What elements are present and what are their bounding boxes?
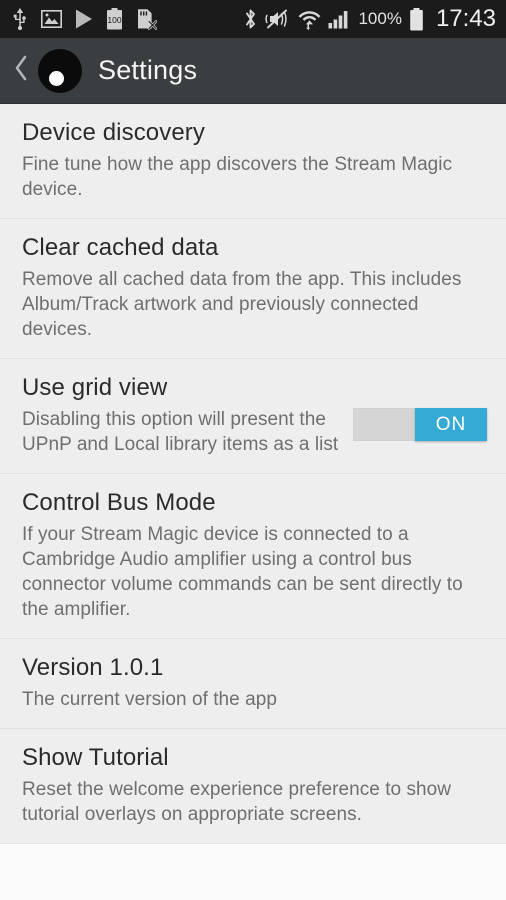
use-grid-view-toggle[interactable]: ON bbox=[353, 408, 487, 441]
chevron-left-icon bbox=[14, 55, 29, 86]
usb-icon bbox=[12, 8, 28, 30]
setting-item-summary: Remove all cached data from the app. Thi… bbox=[22, 269, 462, 340]
setting-item-use-grid-view[interactable]: Use grid view Disabling this option will… bbox=[0, 359, 506, 474]
setting-item-show-tutorial[interactable]: Show Tutorial Reset the welcome experien… bbox=[0, 729, 506, 844]
status-bar: 100 100% 17:43 bbox=[0, 0, 506, 38]
bluetooth-icon bbox=[243, 8, 258, 30]
play-icon bbox=[75, 9, 93, 29]
toggle-state-label: ON bbox=[435, 413, 467, 435]
battery-full-icon bbox=[409, 7, 424, 31]
status-bar-right-icons: 100% 17:43 bbox=[243, 5, 496, 33]
page-title: Settings bbox=[98, 55, 198, 85]
setting-item-clear-cached-data[interactable]: Clear cached data Remove all cached data… bbox=[0, 219, 506, 359]
settings-list: Device discovery Fine tune how the app d… bbox=[0, 104, 506, 900]
stream-magic-logo-icon bbox=[38, 48, 82, 93]
setting-item-title: Device discovery bbox=[22, 119, 205, 146]
status-clock: 17:43 bbox=[435, 5, 496, 32]
setting-item-title: Control Bus Mode bbox=[22, 489, 216, 516]
svg-text:100: 100 bbox=[107, 15, 121, 25]
setting-item-title: Show Tutorial bbox=[22, 744, 169, 771]
wifi-transfer-icon bbox=[298, 8, 321, 30]
setting-item-summary: Disabling this option will present the U… bbox=[22, 409, 339, 455]
battery-percent-label: 100% bbox=[358, 9, 402, 28]
setting-item-control-bus-mode[interactable]: Control Bus Mode If your Stream Magic de… bbox=[0, 474, 506, 639]
setting-item-texts: Use grid view Disabling this option will… bbox=[22, 373, 353, 457]
back-button[interactable] bbox=[6, 38, 36, 104]
setting-item-summary: If your Stream Magic device is connected… bbox=[22, 524, 463, 620]
setting-item-version[interactable]: Version 1.0.1 The current version of the… bbox=[0, 639, 506, 729]
list-empty-space bbox=[0, 844, 506, 900]
setting-item-device-discovery[interactable]: Device discovery Fine tune how the app d… bbox=[0, 104, 506, 219]
setting-item-summary: Reset the welcome experience preference … bbox=[22, 779, 452, 825]
setting-item-summary: Fine tune how the app discovers the Stre… bbox=[22, 154, 453, 200]
app-bar: Settings bbox=[0, 38, 506, 104]
cellular-signal-icon bbox=[328, 9, 349, 29]
settings-screen: 100 100% 17:43 Settings Device discovery… bbox=[0, 0, 506, 900]
status-bar-left-icons: 100 bbox=[12, 8, 243, 30]
image-icon bbox=[41, 10, 62, 28]
setting-item-title: Use grid view bbox=[22, 374, 168, 401]
setting-item-title: Version 1.0.1 bbox=[22, 654, 164, 681]
mute-vibrate-icon bbox=[265, 8, 291, 30]
battery-100-icon: 100 bbox=[106, 8, 123, 30]
toggle-thumb[interactable]: ON bbox=[415, 408, 487, 441]
sd-card-removed-icon bbox=[136, 8, 157, 30]
setting-item-summary: The current version of the app bbox=[22, 689, 277, 710]
setting-item-title: Clear cached data bbox=[22, 234, 219, 261]
